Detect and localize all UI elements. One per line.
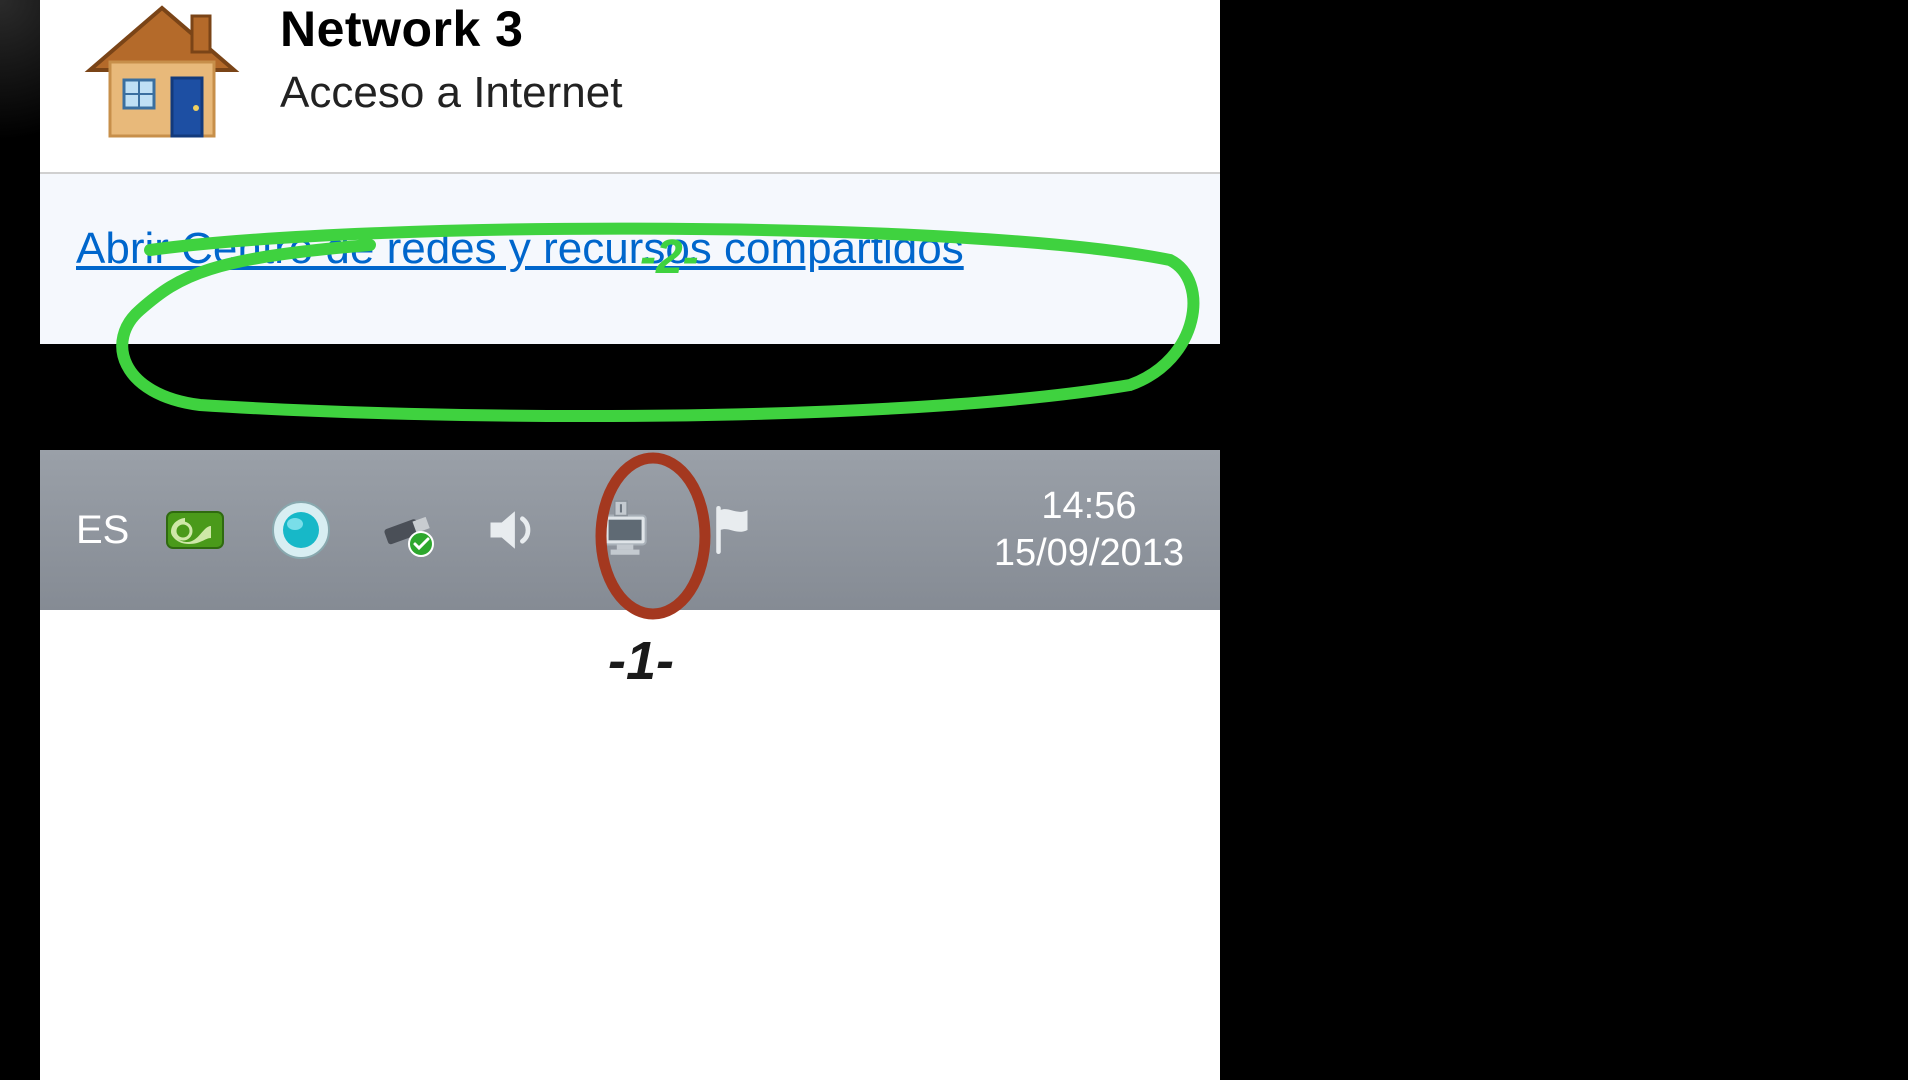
network-name: Network 3: [280, 0, 622, 58]
safely-remove-hardware-icon[interactable]: [367, 490, 447, 570]
action-center-flag-icon[interactable]: [693, 490, 773, 570]
network-connection-icon[interactable]: [579, 490, 667, 570]
taskbar-clock[interactable]: 14:56 15/09/2013: [994, 483, 1184, 578]
background-shadow: [0, 0, 40, 170]
network-flyout-panel: Network 3 Acceso a Internet Abrir Centro…: [40, 0, 1220, 344]
nvidia-icon[interactable]: [155, 490, 235, 570]
current-network-row[interactable]: Network 3 Acceso a Internet: [40, 0, 1220, 172]
media-orb-icon[interactable]: [261, 490, 341, 570]
system-tray: [155, 490, 773, 570]
clock-date: 15/09/2013: [994, 530, 1184, 578]
open-network-sharing-center-link[interactable]: Abrir Centro de redes y recursos compart…: [76, 224, 964, 273]
taskbar: ES: [40, 450, 1220, 610]
network-text-block: Network 3 Acceso a Internet: [280, 0, 622, 118]
volume-icon[interactable]: [473, 490, 553, 570]
stage: Network 3 Acceso a Internet Abrir Centro…: [0, 0, 1908, 1080]
background-white-area: [40, 610, 1220, 1080]
home-network-icon: [72, 0, 252, 150]
network-status: Acceso a Internet: [280, 68, 622, 118]
clock-time: 14:56: [994, 483, 1184, 531]
language-indicator[interactable]: ES: [76, 508, 129, 553]
network-sharing-center-area: Abrir Centro de redes y recursos compart…: [40, 174, 1220, 344]
letterbox-right: [1838, 0, 1908, 1080]
